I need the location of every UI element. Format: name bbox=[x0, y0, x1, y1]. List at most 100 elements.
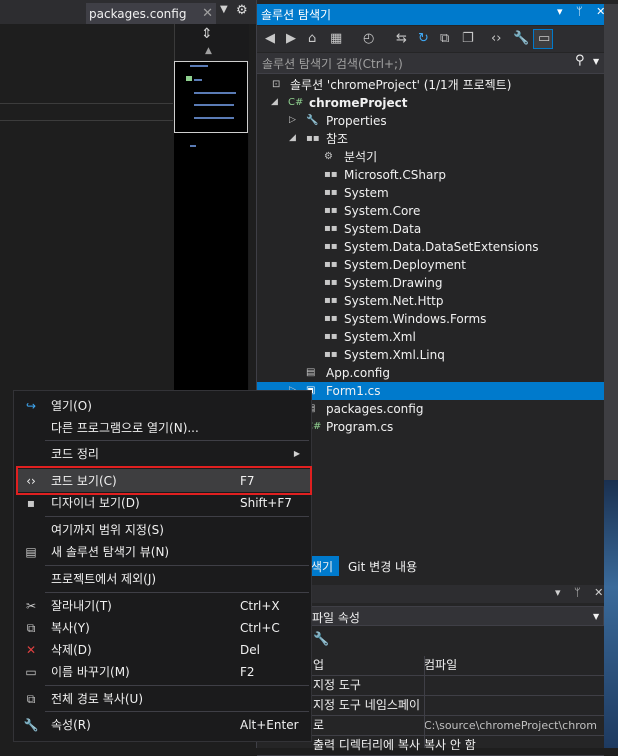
menu-item[interactable]: ⧉ 전체 경로 복사(U) bbox=[14, 688, 310, 710]
tree-item[interactable]: Properties bbox=[326, 112, 387, 130]
tree-item[interactable]: System bbox=[344, 184, 389, 202]
switch-views-icon[interactable]: ▦ bbox=[330, 31, 342, 46]
close-icon[interactable]: ✕ bbox=[202, 6, 213, 21]
tree-item-icon: ▪▪ bbox=[324, 205, 338, 216]
wrench-icon: 🔧 bbox=[23, 718, 39, 732]
menu-item[interactable]: 프로젝트에서 제외(J) bbox=[14, 568, 310, 590]
gear-icon[interactable]: ⚙ bbox=[236, 3, 248, 18]
tree-item[interactable]: Microsoft.CSharp bbox=[344, 166, 446, 184]
menu-item[interactable]: 여기까지 범위 지정(S) bbox=[14, 519, 310, 541]
tree-item[interactable]: 분석기 bbox=[344, 148, 377, 166]
tab-dropdown-icon[interactable]: ▼ bbox=[220, 4, 228, 15]
tree-item[interactable]: chromeProject bbox=[309, 94, 408, 112]
tree-item[interactable]: Program.cs bbox=[326, 418, 393, 436]
tree-item-icon: ▪▪ bbox=[324, 169, 338, 180]
menu-item[interactable]: 🔧 속성(R) Alt+Enter bbox=[14, 714, 310, 736]
back-icon[interactable]: ◀ bbox=[265, 31, 275, 46]
wrench-icon[interactable]: 🔧 bbox=[513, 31, 529, 46]
menu-item-label: 프로젝트에서 제외(J) bbox=[51, 572, 157, 586]
menu-item-label: 이름 바꾸기(M) bbox=[51, 665, 130, 679]
panel-window-buttons[interactable]: ▾ ᛘ ✕ bbox=[557, 5, 610, 18]
copy-path-icon: ⧉ bbox=[26, 692, 36, 706]
expander-icon[interactable]: ◢ bbox=[289, 133, 296, 143]
menu-separator bbox=[45, 565, 309, 566]
tree-item-icon: ▪▪ bbox=[324, 295, 338, 306]
property-name: 로 bbox=[313, 718, 325, 732]
menu-item-label: 삭제(D) bbox=[51, 643, 92, 657]
tree-item-icon: 🔧 bbox=[306, 115, 319, 126]
delete-icon: ✕ bbox=[25, 643, 37, 657]
menu-item[interactable]: ✂ 잘라내기(T) Ctrl+X bbox=[14, 595, 310, 617]
menu-item[interactable]: ▪ 디자이너 보기(D) Shift+F7 bbox=[14, 492, 310, 514]
expander-icon[interactable]: ▷ bbox=[289, 115, 296, 125]
tree-item[interactable]: System.Data.DataSetExtensions bbox=[344, 238, 539, 256]
tree-item[interactable]: System.Data bbox=[344, 220, 421, 238]
menu-separator bbox=[45, 592, 309, 593]
view-code-icon[interactable]: ‹› bbox=[491, 31, 501, 46]
property-name: 지정 도구 bbox=[313, 678, 361, 692]
refresh-icon[interactable]: ↻ bbox=[418, 31, 429, 46]
menu-item[interactable]: ⧉ 복사(Y) Ctrl+C bbox=[14, 617, 310, 639]
chevron-down-icon[interactable]: ▼ bbox=[593, 57, 599, 66]
menu-item[interactable]: ✕ 삭제(D) Del bbox=[14, 639, 310, 661]
panel-window-buttons[interactable]: ▾ ᛘ ✕ bbox=[555, 586, 608, 599]
open-icon: ↪ bbox=[25, 399, 37, 413]
tree-item-icon: ▪▪ bbox=[306, 133, 320, 144]
tree-item-icon: ▤ bbox=[306, 367, 316, 378]
minimap-viewport[interactable] bbox=[174, 61, 248, 133]
tree-item[interactable]: System.Drawing bbox=[344, 274, 442, 292]
rename-icon: ▭ bbox=[25, 665, 37, 679]
tree-item-icon: ▪▪ bbox=[324, 331, 338, 342]
tab-packages-config[interactable]: packages.config ✕ bbox=[86, 3, 216, 24]
property-column-divider bbox=[424, 656, 425, 748]
menu-item-shortcut: F2 bbox=[240, 665, 255, 679]
pending-changes-icon[interactable]: ◴ bbox=[363, 31, 374, 46]
menu-item[interactable]: 다른 프로그램으로 열기(N)... bbox=[14, 417, 310, 439]
desktop-wallpaper bbox=[604, 480, 618, 748]
property-pages-icon[interactable]: 🔧 bbox=[313, 632, 329, 647]
scroll-up-icon[interactable]: ▲ bbox=[205, 46, 212, 56]
tree-item[interactable]: System.Windows.Forms bbox=[344, 310, 486, 328]
menu-separator bbox=[45, 711, 309, 712]
split-icon[interactable]: ⇕ bbox=[201, 26, 213, 42]
menu-separator bbox=[45, 516, 309, 517]
property-value[interactable]: 복사 안 함 bbox=[424, 736, 476, 755]
search-input[interactable]: 솔루션 탐색기 검색(Ctrl+;) bbox=[262, 55, 403, 72]
tree-item[interactable]: packages.config bbox=[326, 400, 423, 418]
copy-icon: ⧉ bbox=[26, 621, 36, 635]
tree-item[interactable]: System.Core bbox=[344, 202, 420, 220]
submenu-arrow-icon: ▶ bbox=[293, 449, 300, 458]
properties-combo-label: 파일 속성 bbox=[312, 611, 360, 625]
tree-item-icon: ⚙ bbox=[324, 151, 333, 162]
menu-item[interactable]: ↪ 열기(O) bbox=[14, 395, 310, 417]
forward-icon[interactable]: ▶ bbox=[286, 31, 296, 46]
tree-item[interactable]: System.Xml.Linq bbox=[344, 346, 445, 364]
tree-item[interactable]: Form1.cs bbox=[326, 382, 381, 400]
tab-git-changes[interactable]: Git 변경 내용 bbox=[348, 558, 417, 575]
property-value[interactable]: C:\source\chromeProject\chrom bbox=[424, 716, 597, 735]
property-value[interactable]: 컴파일 bbox=[424, 656, 457, 675]
menu-item-label: 잘라내기(T) bbox=[51, 599, 112, 613]
menu-separator bbox=[45, 685, 309, 686]
menu-item-label: 복사(Y) bbox=[51, 621, 90, 635]
tree-item[interactable]: System.Deployment bbox=[344, 256, 466, 274]
tree-item[interactable]: App.config bbox=[326, 364, 390, 382]
tree-item-icon: ▪▪ bbox=[324, 187, 338, 198]
chevron-down-icon[interactable]: ▼ bbox=[593, 612, 599, 621]
home-icon[interactable]: ⌂ bbox=[308, 31, 316, 46]
sync-icon[interactable]: ⇆ bbox=[396, 31, 407, 46]
tree-item[interactable]: 참조 bbox=[326, 130, 348, 148]
menu-item[interactable]: ▭ 이름 바꾸기(M) F2 bbox=[14, 661, 310, 683]
annotation-red-box bbox=[16, 466, 312, 495]
tree-item[interactable]: 솔루션 'chromeProject' (1/1개 프로젝트) bbox=[290, 76, 511, 94]
expander-icon[interactable]: ◢ bbox=[271, 97, 278, 107]
tree-item[interactable]: System.Net.Http bbox=[344, 292, 444, 310]
search-icon[interactable]: ⚲ bbox=[575, 53, 585, 68]
tree-item-icon: ▪▪ bbox=[324, 223, 338, 234]
tree-item[interactable]: System.Xml bbox=[344, 328, 416, 346]
scissors-icon: ✂ bbox=[25, 599, 37, 613]
collapse-all-icon[interactable]: ⧉ bbox=[440, 31, 449, 46]
menu-item[interactable]: ▤ 새 솔루션 탐색기 뷰(N) bbox=[14, 541, 310, 563]
show-all-files-icon[interactable]: ❐ bbox=[462, 31, 474, 46]
menu-item[interactable]: 코드 정리 ▶ bbox=[14, 443, 310, 465]
